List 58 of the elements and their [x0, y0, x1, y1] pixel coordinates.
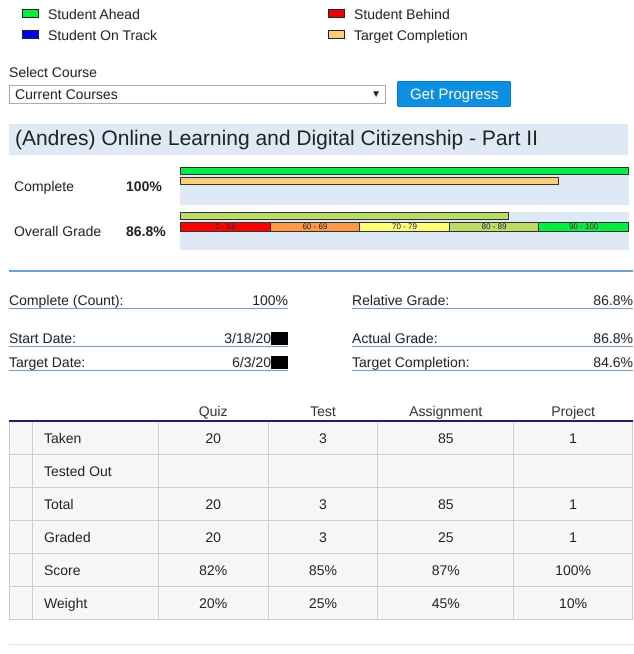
grade-label: Overall Grade — [13, 223, 102, 239]
table-cell: 100% — [555, 562, 591, 578]
detail-label: Target Date: — [9, 354, 86, 370]
table-cell: 85 — [438, 496, 454, 512]
legend-label: Student Ahead — [48, 5, 140, 23]
row-label: Total — [44, 496, 74, 512]
grade-band: 90 - 100 — [539, 223, 628, 231]
table-cell: 25% — [308, 595, 337, 611]
detail-value: 6/3/20 — [232, 354, 271, 370]
detail-label: Start Date: — [9, 330, 76, 346]
row-label: Taken — [44, 430, 82, 446]
select-label: Select Course — [9, 64, 98, 80]
table-cell: 82% — [199, 562, 228, 578]
column-header: Project — [551, 403, 595, 419]
table-cell: 25 — [438, 529, 454, 545]
table-cell: 3 — [319, 529, 327, 545]
table-cell: 1 — [569, 529, 577, 545]
table-cell: 1 — [569, 430, 577, 446]
grade-band: 0 - 59 — [181, 223, 271, 231]
table-cell: 3 — [319, 496, 327, 512]
detail-label: Relative Grade: — [352, 292, 450, 308]
table-cell: 85 — [438, 430, 454, 446]
table-cell: 45% — [432, 595, 460, 611]
course-title: (Andres) Online Learning and Digital Citizenship - Part II — [9, 124, 628, 155]
complete-value: 100% — [126, 178, 163, 194]
table-cell: 85% — [308, 562, 337, 578]
table-cell: 20 — [205, 496, 221, 512]
table-cell: 87% — [432, 562, 460, 578]
row-label: Weight — [44, 595, 88, 611]
legend-label: Student Behind — [354, 5, 450, 23]
detail-value: 86.8% — [593, 292, 633, 308]
column-header: Quiz — [198, 403, 228, 419]
table-cell: 3 — [319, 430, 327, 446]
table-cell: 20 — [205, 430, 221, 446]
detail-label: Complete (Count): — [9, 292, 124, 308]
table-cell: 20% — [199, 595, 228, 611]
course-dropdown[interactable]: Current Courses ▼ — [9, 84, 386, 104]
complete-label: Complete — [13, 178, 75, 194]
table-cell: 1 — [569, 496, 577, 512]
detail-value: 86.8% — [593, 330, 633, 346]
table-cell: 10% — [559, 595, 588, 611]
row-label: Score — [44, 562, 81, 578]
grade-band: 60 - 69 — [270, 223, 360, 231]
grade-band: 80 - 89 — [450, 223, 540, 231]
detail-value: 100% — [252, 292, 288, 308]
row-label: Graded — [44, 529, 91, 545]
detail-label: Target Completion: — [352, 354, 470, 370]
column-header: Test — [310, 403, 336, 419]
detail-value: 84.6% — [593, 354, 633, 370]
row-label: Tested Out — [44, 463, 112, 479]
detail-label: Actual Grade: — [352, 330, 438, 346]
grade-value: 86.8% — [126, 223, 167, 239]
column-header: Assignment — [409, 403, 482, 419]
legend-label: Student On Track — [48, 26, 157, 44]
grade-band: 70 - 79 — [360, 223, 450, 231]
table-cell: 20 — [205, 529, 221, 545]
detail-value: 3/18/20 — [224, 330, 271, 346]
legend-label: Target Completion — [354, 26, 468, 44]
